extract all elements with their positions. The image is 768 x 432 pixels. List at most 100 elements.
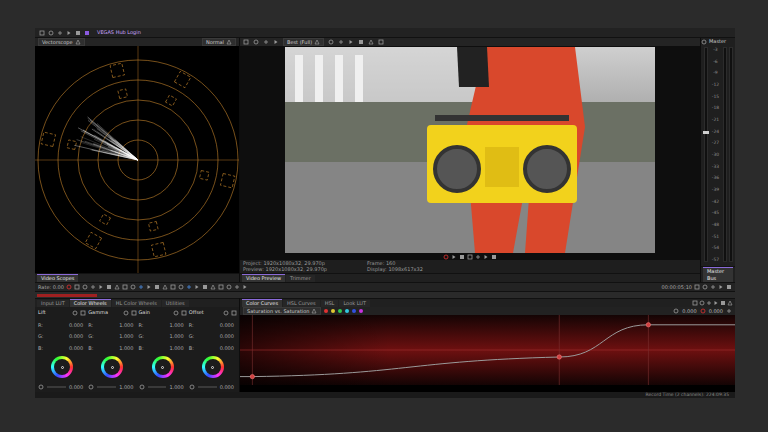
- settings-icon[interactable]: [181, 310, 187, 316]
- hue-preset[interactable]: [324, 309, 328, 313]
- track-marker[interactable]: [37, 294, 97, 297]
- curves-tab[interactable]: Look LUT: [339, 300, 370, 307]
- timeline-tool-icon[interactable]: [106, 284, 112, 290]
- grading-tab[interactable]: HL Color Wheels: [112, 300, 161, 307]
- output-icon[interactable]: [700, 308, 706, 314]
- channel-value[interactable]: 1.000: [169, 322, 183, 328]
- panel-tool-icon[interactable]: [727, 300, 733, 306]
- redo-icon[interactable]: [75, 30, 81, 36]
- curve-point[interactable]: [646, 323, 650, 327]
- timeline-tool-icon[interactable]: [146, 284, 152, 290]
- wheel-value[interactable]: 1.000: [169, 384, 183, 390]
- wheel-value[interactable]: 0.000: [220, 384, 234, 390]
- mode-select[interactable]: Normal: [202, 38, 236, 46]
- hue-preset[interactable]: [338, 309, 342, 313]
- channel-value[interactable]: 0.000: [69, 322, 83, 328]
- curves-tab[interactable]: HSL Curves: [283, 300, 320, 307]
- fader-track[interactable]: [704, 47, 708, 262]
- channel-value[interactable]: 1.000: [119, 333, 133, 339]
- edit-icon[interactable]: [718, 284, 724, 290]
- channel-value[interactable]: 1.000: [169, 345, 183, 351]
- panel-tool-icon[interactable]: [692, 300, 698, 306]
- reset-icon[interactable]: [173, 310, 179, 316]
- reset-icon[interactable]: [38, 384, 44, 390]
- curve-plot[interactable]: [240, 315, 735, 385]
- wheel-slider[interactable]: [97, 386, 116, 388]
- timeline-tool-icon[interactable]: [74, 284, 80, 290]
- preview-option-icon[interactable]: [338, 39, 344, 45]
- grading-tab[interactable]: Color Wheels: [70, 299, 111, 307]
- panel-tool-icon[interactable]: [713, 300, 719, 306]
- reset-icon[interactable]: [726, 308, 732, 314]
- color-wheel[interactable]: [51, 356, 73, 378]
- preview-option-icon[interactable]: [328, 39, 334, 45]
- preview-option-icon[interactable]: [368, 39, 374, 45]
- panel-tool-icon[interactable]: [699, 300, 705, 306]
- output-value[interactable]: 0.000: [709, 308, 723, 314]
- save-icon[interactable]: [57, 30, 63, 36]
- timeline-tool-icon[interactable]: [194, 284, 200, 290]
- transport-icon[interactable]: [451, 254, 457, 260]
- record-icon[interactable]: [66, 284, 72, 290]
- channel-value[interactable]: 0.000: [69, 345, 83, 351]
- timeline-tool-icon[interactable]: [242, 284, 248, 290]
- reset-icon[interactable]: [223, 310, 229, 316]
- wheel-puck[interactable]: [161, 366, 164, 369]
- preview-tool-icon[interactable]: [273, 39, 279, 45]
- dropdown-arrow-icon[interactable]: [75, 39, 81, 45]
- scopes-tab[interactable]: Video Scopes: [37, 274, 78, 282]
- timeline-tool-icon[interactable]: [202, 284, 208, 290]
- timeline-tool-icon[interactable]: [138, 284, 144, 290]
- preview-option-icon[interactable]: [358, 39, 364, 45]
- settings-icon[interactable]: [80, 310, 86, 316]
- curve-mode-select[interactable]: Saturation vs. Saturation: [243, 307, 321, 315]
- curves-tab[interactable]: Color Curves: [242, 299, 282, 307]
- reset-icon[interactable]: [139, 384, 145, 390]
- timeline-tool-icon[interactable]: [234, 284, 240, 290]
- reset-icon[interactable]: [72, 310, 78, 316]
- hue-preset[interactable]: [331, 309, 335, 313]
- channel-value[interactable]: 0.000: [220, 333, 234, 339]
- dropdown-arrow-icon[interactable]: [311, 308, 317, 314]
- timeline-tool-icon[interactable]: [218, 284, 224, 290]
- reset-icon[interactable]: [123, 310, 129, 316]
- color-wheel[interactable]: [152, 356, 174, 378]
- scope-select[interactable]: Vectorscope: [38, 38, 85, 46]
- preview-option-icon[interactable]: [378, 39, 384, 45]
- channel-value[interactable]: 0.000: [220, 322, 234, 328]
- undo-icon[interactable]: [66, 30, 72, 36]
- curve-point[interactable]: [557, 355, 561, 359]
- wheel-slider[interactable]: [198, 386, 217, 388]
- timeline-tool-icon[interactable]: [186, 284, 192, 290]
- wheel-puck[interactable]: [111, 366, 114, 369]
- timeline-tool-icon[interactable]: [122, 284, 128, 290]
- timeline-tool-icon[interactable]: [226, 284, 232, 290]
- preview-option-icon[interactable]: [348, 39, 354, 45]
- channel-value[interactable]: 1.000: [169, 333, 183, 339]
- edit-icon[interactable]: [710, 284, 716, 290]
- color-wheel[interactable]: [101, 356, 123, 378]
- timeline-tool-icon[interactable]: [98, 284, 104, 290]
- hue-preset[interactable]: [352, 309, 356, 313]
- timeline-tool-icon[interactable]: [210, 284, 216, 290]
- transport-icon[interactable]: [491, 254, 497, 260]
- wheel-slider[interactable]: [47, 386, 66, 388]
- hub-login-link[interactable]: VEGAS Hub Login: [97, 29, 141, 36]
- quality-select[interactable]: Best (Full): [283, 38, 324, 46]
- edit-icon[interactable]: [726, 284, 732, 290]
- reset-icon[interactable]: [88, 384, 94, 390]
- settings-icon[interactable]: [231, 310, 237, 316]
- timeline-tool-icon[interactable]: [90, 284, 96, 290]
- panel-tool-icon[interactable]: [720, 300, 726, 306]
- wheel-value[interactable]: 0.000: [69, 384, 83, 390]
- vegas-logo-icon[interactable]: [84, 30, 90, 36]
- wheel-slider[interactable]: [148, 386, 167, 388]
- panel-tool-icon[interactable]: [706, 300, 712, 306]
- new-icon[interactable]: [39, 30, 45, 36]
- channel-value[interactable]: 0.000: [220, 345, 234, 351]
- preview-tool-icon[interactable]: [263, 39, 269, 45]
- curve-point[interactable]: [250, 374, 254, 378]
- preview-tab[interactable]: Video Preview: [242, 274, 285, 282]
- dropdown-arrow-icon[interactable]: [314, 39, 320, 45]
- open-icon[interactable]: [48, 30, 54, 36]
